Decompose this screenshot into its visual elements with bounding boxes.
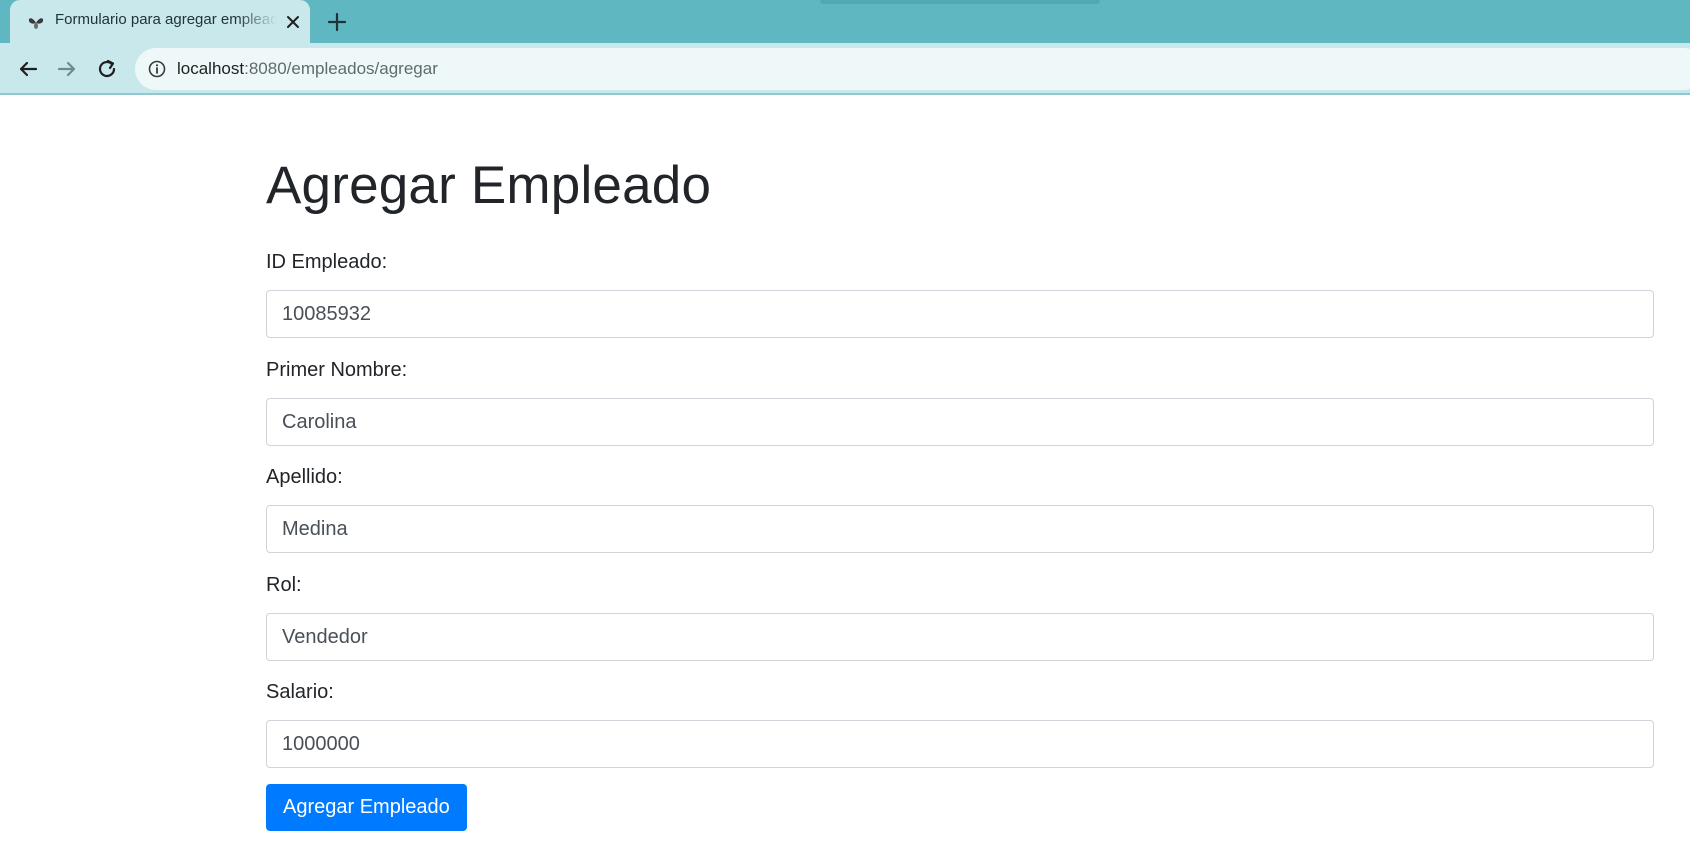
back-arrow-icon[interactable] [14,55,42,83]
primer-nombre-input[interactable] [266,398,1654,446]
id-empleado-input[interactable] [266,290,1654,338]
field-label: Primer Nombre: [266,359,408,381]
field-label: Salario: [266,681,334,703]
field-apellido: Apellido: [266,466,1654,553]
field-label: Rol: [266,574,302,596]
browser-toolbar: localhost:8080/empleados/agregar [0,43,1690,95]
reload-icon[interactable] [93,55,121,83]
field-rol: Rol: [266,574,1654,661]
close-icon[interactable] [281,10,305,34]
favicon-icon [26,12,46,32]
address-bar[interactable]: localhost:8080/empleados/agregar [135,48,1690,90]
agregar-empleado-button[interactable]: Agregar Empleado [266,784,467,831]
tab-title: Formulario para agregar empleados [55,11,277,28]
info-icon[interactable] [147,59,167,79]
apellido-input[interactable] [266,505,1654,553]
field-id-empleado: ID Empleado: [266,251,1654,338]
field-primer-nombre: Primer Nombre: [266,359,1654,446]
field-salario: Salario: [266,681,1654,768]
tab-strip-decoration [820,0,1100,4]
rol-input[interactable] [266,613,1654,661]
browser-tab-active[interactable]: Formulario para agregar empleados [10,0,310,43]
toolbar-divider [0,93,1690,95]
salario-input[interactable] [266,720,1654,768]
url-host: localhost [177,59,245,78]
field-label: ID Empleado: [266,251,388,273]
field-label: Apellido: [266,466,343,488]
plus-icon[interactable] [323,8,351,36]
browser-tab-bar: Formulario para agregar empleados [0,0,1690,43]
url-path: :8080/empleados/agregar [244,59,438,78]
url-text: localhost:8080/empleados/agregar [177,59,438,79]
forward-arrow-icon[interactable] [53,55,81,83]
page-title: Agregar Empleado [266,156,712,215]
